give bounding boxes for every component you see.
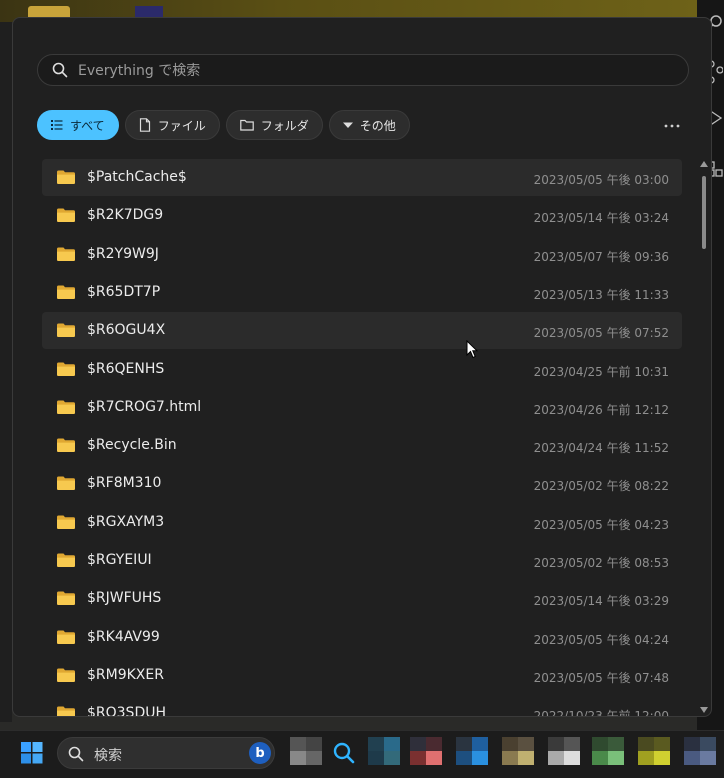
background-window-edge	[0, 22, 12, 722]
result-row[interactable]: $RJWFUHS 2023/05/14 午後 03:29	[42, 580, 682, 617]
result-name: $RGYEIUI	[87, 552, 152, 568]
search-input[interactable]	[76, 55, 670, 87]
scroll-up-icon[interactable]	[700, 161, 708, 167]
search-icon	[52, 62, 68, 78]
filter-folder-button[interactable]: フォルダ	[225, 110, 323, 140]
result-date: 2023/05/07 午後 09:36	[533, 250, 669, 264]
bing-icon[interactable]: b	[249, 742, 271, 764]
folder-icon	[57, 208, 75, 222]
folder-icon	[57, 285, 75, 299]
folder-icon	[57, 323, 75, 337]
result-row[interactable]: $RGXAYM3 2023/05/05 午後 04:23	[42, 504, 682, 541]
result-row[interactable]: $RO3SDUH 2022/10/23 午前 12:00	[42, 695, 682, 717]
result-name: $RJWFUHS	[87, 590, 162, 606]
result-row[interactable]: $PatchCache$ 2023/05/05 午後 03:00	[42, 159, 682, 196]
filter-all-label: すべて	[70, 118, 105, 133]
taskbar-search-label: 検索	[94, 748, 122, 764]
filter-all-button[interactable]: すべて	[37, 110, 119, 140]
result-date: 2023/05/14 午後 03:24	[533, 211, 669, 225]
result-date: 2023/04/25 午前 10:31	[533, 365, 669, 379]
filter-file-label: ファイル	[157, 118, 206, 133]
result-date: 2023/04/24 午後 11:52	[533, 441, 669, 455]
filter-other-button[interactable]: その他	[328, 110, 410, 140]
result-date: 2023/05/14 午後 03:29	[533, 594, 669, 608]
result-row[interactable]: $R2K7DG9 2023/05/14 午後 03:24	[42, 197, 682, 234]
folder-icon	[57, 515, 75, 529]
file-icon	[139, 118, 150, 132]
result-date: 2023/05/05 午後 07:52	[533, 326, 669, 340]
pinned-apps-pixelated	[290, 733, 724, 773]
result-date: 2023/05/02 午後 08:53	[533, 556, 669, 570]
result-name: $RGXAYM3	[87, 514, 165, 530]
everything-search-popup: すべて ファイル フォルダ その他 $PatchCache$2023/05/0	[12, 17, 712, 717]
folder-icon	[57, 630, 75, 644]
folder-icon	[57, 591, 75, 605]
result-row[interactable]: $R7CROG7.html 2023/04/26 午前 12:12	[42, 389, 682, 426]
result-row[interactable]: $RK4AV99 2023/05/05 午後 04:24	[42, 619, 682, 656]
result-name: $R6OGU4X	[87, 322, 166, 338]
result-date: 2023/05/05 午後 03:00	[533, 173, 669, 187]
filter-folder-label: フォルダ	[260, 118, 309, 133]
result-row[interactable]: $R6OGU4X 2023/05/05 午後 07:52	[42, 312, 682, 349]
windows-start-icon[interactable]	[21, 742, 43, 764]
folder-icon	[57, 362, 75, 376]
result-date: 2023/05/02 午後 08:22	[533, 479, 669, 493]
result-row[interactable]: $RGYEIUI 2023/05/02 午後 08:53	[42, 542, 682, 579]
filter-other-label: その他	[359, 118, 396, 133]
folder-icon	[57, 400, 75, 414]
folder-icon	[57, 706, 75, 716]
result-row[interactable]: $RM9KXER 2023/05/05 午後 07:48	[42, 657, 682, 694]
result-row[interactable]: $Recycle.Bin 2023/04/24 午後 11:52	[42, 427, 682, 464]
result-name: $RM9KXER	[87, 667, 164, 683]
folder-icon	[57, 170, 75, 184]
result-name: $R2K7DG9	[87, 207, 164, 223]
mouse-cursor-icon	[466, 340, 478, 359]
folder-outline-icon	[239, 119, 254, 131]
result-name: $RF8M310	[87, 475, 162, 491]
result-name: $R2Y9W9J	[87, 246, 159, 262]
scrollbar[interactable]	[699, 161, 709, 713]
result-name: $R65DT7P	[87, 284, 161, 300]
result-date: 2022/10/23 午前 12:00	[533, 709, 669, 717]
results-list: $PatchCache$ 2023/05/05 午後 03:00 $R2K7DG9 2…	[42, 159, 682, 717]
folder-icon	[57, 247, 75, 261]
taskbar: 検索 b	[0, 730, 724, 778]
filter-bar: すべて ファイル フォルダ その他	[37, 110, 410, 142]
result-date: 2023/05/13 午後 11:33	[533, 288, 669, 302]
result-row[interactable]: $R2Y9W9J 2023/05/07 午後 09:36	[42, 236, 682, 273]
result-name: $R6QENHS	[87, 361, 165, 377]
result-name: $PatchCache$	[87, 169, 187, 185]
folder-icon	[57, 438, 75, 452]
search-box[interactable]	[37, 54, 689, 87]
more-options-button[interactable]	[661, 118, 683, 134]
result-date: 2023/05/05 午後 04:23	[533, 518, 669, 532]
search-icon	[68, 746, 84, 762]
more-icon	[664, 124, 680, 128]
scroll-down-icon[interactable]	[700, 707, 708, 713]
result-name: $R7CROG7.html	[87, 399, 202, 415]
taskbar-search-box[interactable]: 検索 b	[57, 737, 275, 769]
list-icon	[51, 120, 63, 130]
result-date: 2023/04/26 午前 12:12	[533, 403, 669, 417]
folder-icon	[57, 553, 75, 567]
result-name: $RK4AV99	[87, 629, 160, 645]
folder-icon	[57, 476, 75, 490]
result-name: $Recycle.Bin	[87, 437, 177, 453]
result-date: 2023/05/05 午後 04:24	[533, 633, 669, 647]
filter-file-button[interactable]: ファイル	[124, 110, 220, 140]
result-row[interactable]: $R65DT7P 2023/05/13 午後 11:33	[42, 274, 682, 311]
caret-down-icon	[342, 122, 353, 128]
result-date: 2023/05/05 午後 07:48	[533, 671, 669, 685]
folder-icon	[57, 668, 75, 682]
scrollbar-thumb[interactable]	[702, 176, 706, 249]
result-row[interactable]: $R6QENHS 2023/04/25 午前 10:31	[42, 351, 682, 388]
result-row[interactable]: $RF8M310 2023/05/02 午後 08:22	[42, 465, 682, 502]
result-name: $RO3SDUH	[87, 705, 167, 717]
